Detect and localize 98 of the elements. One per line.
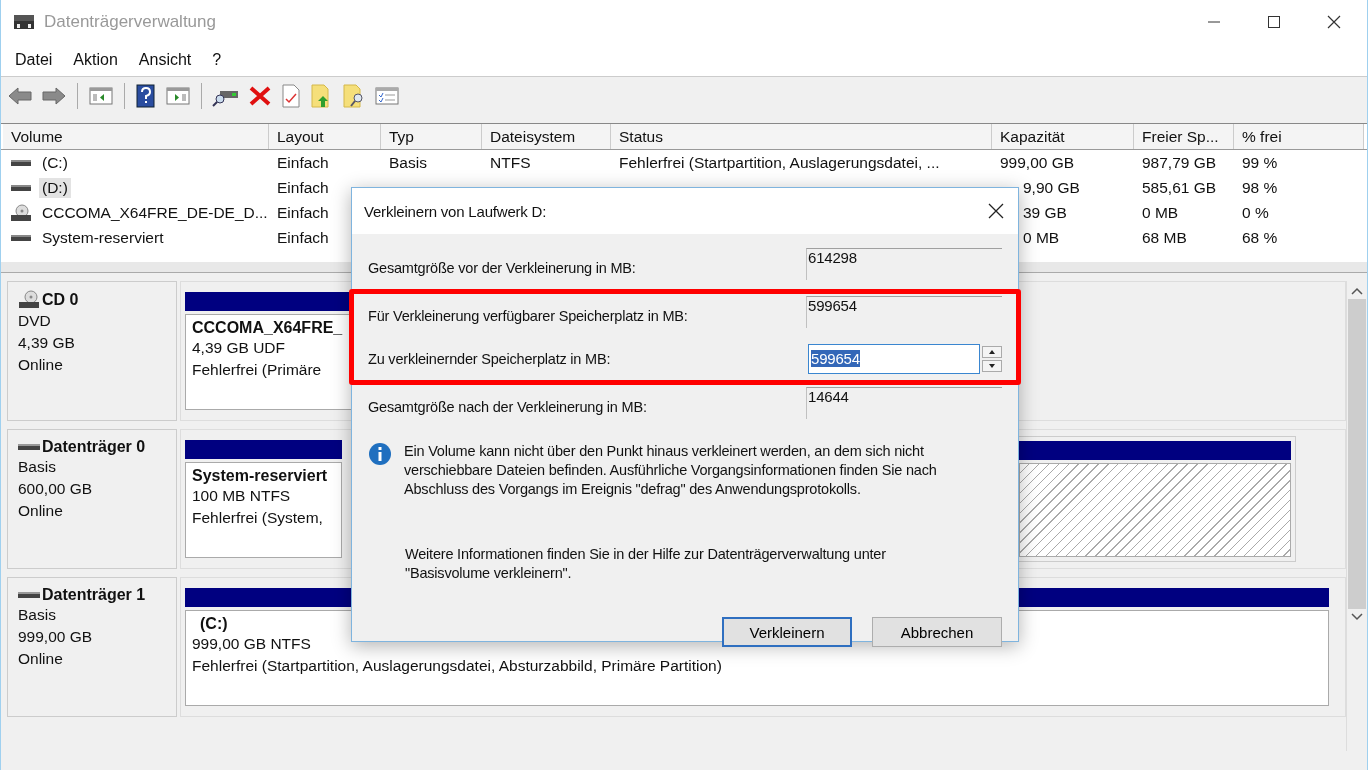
table-cell: 0 MB bbox=[1142, 203, 1179, 222]
menu-item[interactable]: ? bbox=[212, 51, 222, 69]
panel-icon[interactable] bbox=[88, 85, 114, 107]
table-cell: 68 MB bbox=[1142, 228, 1187, 247]
field-label: Gesamtgröße nach der Verkleinerung in MB: bbox=[368, 398, 647, 415]
drive-icon bbox=[11, 157, 31, 168]
field-label: Für Verkleinerung verfügbarer Speicherplatz in MB: bbox=[368, 307, 688, 324]
partition-info: Fehlerfrei (Primäre bbox=[192, 360, 322, 380]
disk-label-panel[interactable]: Datenträger 0 Basis 600,00 GB Online bbox=[7, 429, 177, 569]
dialog-button[interactable]: Abbrechen bbox=[872, 617, 1002, 647]
table-cell: 98 % bbox=[1242, 178, 1278, 197]
disk-label-panel[interactable]: Datenträger 1 Basis 999,00 GB Online bbox=[7, 577, 177, 717]
partition-info: 999,00 GB NTFS bbox=[192, 634, 311, 654]
menu-item[interactable]: Aktion bbox=[73, 51, 118, 69]
row-label[interactable]: (C:) bbox=[39, 152, 71, 173]
drive-icon bbox=[18, 590, 40, 600]
menu-item[interactable]: Ansicht bbox=[138, 51, 192, 69]
table-cell: NTFS bbox=[490, 153, 531, 172]
panel-icon[interactable] bbox=[165, 85, 191, 107]
properties-list-icon[interactable] bbox=[374, 85, 400, 107]
disk-name: CD 0 bbox=[42, 291, 79, 309]
drive-icon bbox=[11, 232, 31, 243]
partition-info: 4,39 GB UDF bbox=[192, 338, 286, 358]
table-cell: Einfach bbox=[277, 228, 329, 247]
spin-down-icon[interactable] bbox=[982, 359, 1002, 372]
disk-info: Online bbox=[18, 649, 64, 669]
disk-info: DVD bbox=[18, 311, 52, 331]
partition-info: Fehlerfrei (System, bbox=[192, 508, 323, 528]
disk-management-icon bbox=[13, 14, 35, 30]
column-header[interactable]: Kapazität bbox=[992, 124, 1134, 149]
close-icon[interactable] bbox=[988, 203, 1004, 219]
column-header[interactable]: Freier Sp... bbox=[1134, 124, 1234, 149]
drive-icon bbox=[18, 442, 40, 452]
table-cell: 0 % bbox=[1242, 203, 1269, 222]
table-cell-text: 39 GB bbox=[1022, 203, 1067, 222]
folder-search-icon[interactable] bbox=[342, 83, 366, 109]
table-cell: 99 % bbox=[1242, 153, 1278, 172]
table-cell: Einfach bbox=[277, 178, 329, 197]
disk-name: Datenträger 1 bbox=[42, 586, 146, 604]
partition-title: System-reserviert bbox=[192, 467, 328, 485]
dialog-button[interactable]: Verkleinern bbox=[722, 617, 852, 647]
help-book-icon[interactable] bbox=[135, 84, 157, 108]
table-cell-text: 0 MB bbox=[1022, 228, 1060, 247]
readonly-field: 599654 bbox=[806, 296, 1002, 328]
column-header[interactable]: Status bbox=[611, 124, 992, 149]
menu-item[interactable]: Datei bbox=[15, 51, 53, 69]
table-cell: 987,79 GB bbox=[1142, 153, 1217, 172]
cd-drive-icon bbox=[18, 290, 40, 310]
row-label[interactable]: CCCOMA_X64FRE_DE-DE_D... bbox=[39, 202, 271, 223]
close-icon[interactable] bbox=[1327, 15, 1341, 29]
field-label: Gesamtgröße vor der Verkleinerung in MB: bbox=[368, 259, 636, 276]
partition-info: 100 MB NTFS bbox=[192, 486, 291, 506]
field-label: Zu verkleinernder Speicherplatz in MB: bbox=[368, 350, 611, 367]
spin-up-icon[interactable] bbox=[982, 345, 1002, 358]
disk-label-panel[interactable]: CD 0 DVD 4,39 GB Online bbox=[7, 281, 177, 421]
disk-info: 999,00 GB bbox=[18, 627, 94, 647]
info-text: Ein Volume kann nicht über den Punkt hinaus verkleinert werden, an dem sich nicht verschiebbare Dateien befinden. Ausführliche Vorgangsinformationen finden Sie nach Abschluss des Vorgangs im Ereignis "defrag" des Anwendungsprotokolls. bbox=[404, 442, 938, 499]
table-cell: 68 % bbox=[1242, 228, 1278, 247]
table-cell: 999,00 GB bbox=[1000, 153, 1075, 172]
back-arrow-icon[interactable] bbox=[7, 85, 33, 107]
disk-info: Basis bbox=[18, 605, 57, 625]
dialog-title: Verkleinern von Laufwerk D: bbox=[364, 202, 547, 220]
table-cell: Einfach bbox=[277, 203, 329, 222]
scroll-down-icon[interactable] bbox=[1351, 613, 1363, 621]
readonly-field: 14644 bbox=[806, 387, 1002, 419]
column-header[interactable]: Layout bbox=[269, 124, 381, 149]
delete-icon[interactable] bbox=[248, 85, 272, 107]
table-cell-text: 9,90 GB bbox=[1022, 178, 1080, 197]
row-label[interactable]: System-reserviert bbox=[39, 227, 167, 248]
partition-title: CCCOMA_X64FRE_ bbox=[192, 319, 343, 337]
disk-info: 600,00 GB bbox=[18, 479, 94, 499]
checked-document-icon[interactable] bbox=[280, 84, 302, 108]
table-cell: Einfach bbox=[277, 153, 329, 172]
table-cell: 585,61 GB bbox=[1142, 178, 1217, 197]
info-icon bbox=[368, 442, 392, 466]
forward-arrow-icon[interactable] bbox=[41, 85, 67, 107]
readonly-field: 614298 bbox=[806, 248, 1002, 280]
column-header[interactable]: Typ bbox=[381, 124, 482, 149]
disk-info: 4,39 GB bbox=[18, 333, 76, 353]
disk-name: Datenträger 0 bbox=[42, 438, 146, 456]
help-text: Weitere Informationen finden Sie in der Hilfe zur Datenträgerverwaltung unter "Basisvolume verkleinern". bbox=[405, 545, 887, 583]
cd-drive-icon bbox=[11, 203, 31, 222]
drive-icon bbox=[11, 182, 31, 193]
partition-title: (C:) bbox=[199, 615, 228, 633]
column-header[interactable]: Dateisystem bbox=[482, 124, 611, 149]
disk-info: Online bbox=[18, 355, 64, 375]
disk-info: Online bbox=[18, 501, 64, 521]
disk-info: Basis bbox=[18, 457, 57, 477]
row-label[interactable]: (D:) bbox=[39, 177, 71, 198]
window-title: Datenträgerverwaltung bbox=[44, 12, 216, 32]
table-cell: Basis bbox=[389, 153, 427, 172]
maximize-icon[interactable] bbox=[1267, 15, 1281, 29]
column-header[interactable]: % frei bbox=[1234, 124, 1364, 149]
table-cell: Fehlerfrei (Startpartition, Auslagerungsdatei, ... bbox=[619, 153, 940, 172]
partition-info: Fehlerfrei (Startpartition, Auslagerungsdatei, Absturzabbild, Primäre Partition) bbox=[192, 656, 722, 676]
input-field[interactable]: 599654 bbox=[808, 343, 980, 374]
scroll-up-icon[interactable] bbox=[1351, 287, 1363, 295]
column-header[interactable]: Volume bbox=[3, 124, 269, 149]
